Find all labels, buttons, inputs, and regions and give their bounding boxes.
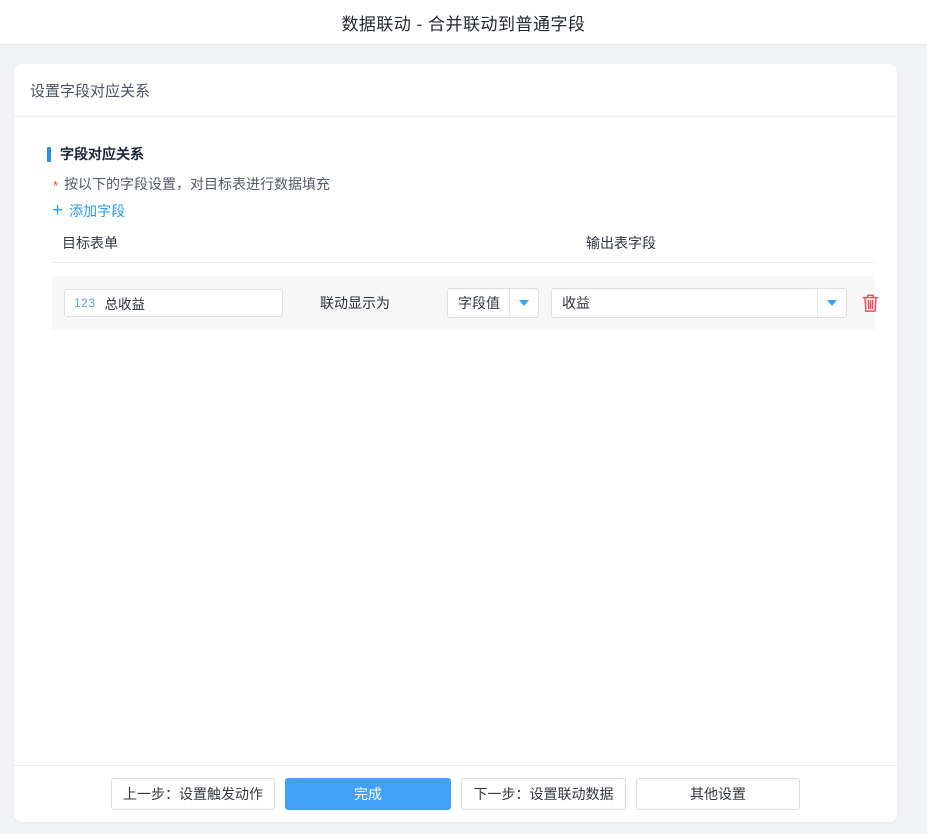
add-field-label: 添加字段 bbox=[69, 201, 125, 221]
dialog-title: 数据联动 - 合并联动到普通字段 bbox=[341, 10, 585, 35]
add-field-row: + 添加字段 bbox=[52, 201, 875, 221]
section-accent-bar bbox=[47, 147, 51, 162]
dialog-titlebar: 数据联动 - 合并联动到普通字段 bbox=[0, 0, 927, 45]
output-field-value: 收益 bbox=[552, 293, 817, 313]
output-field-select[interactable]: 收益 bbox=[551, 288, 847, 318]
trash-icon bbox=[862, 294, 879, 313]
caret-down-icon bbox=[827, 300, 837, 306]
required-asterisk: * bbox=[53, 178, 58, 193]
next-step-button[interactable]: 下一步：设置联动数据 bbox=[461, 778, 626, 810]
delete-row-button[interactable] bbox=[858, 291, 882, 315]
display-mode-select[interactable]: 字段值 bbox=[447, 288, 539, 318]
section-title-label: 字段对应关系 bbox=[60, 144, 144, 164]
output-field-caret-zone[interactable] bbox=[817, 289, 846, 317]
add-field-button[interactable]: + 添加字段 bbox=[52, 201, 125, 221]
mapping-row: 123 总收益 联动显示为 字段值 收益 bbox=[52, 276, 875, 330]
header-divider bbox=[52, 262, 875, 263]
other-settings-button[interactable]: 其他设置 bbox=[636, 778, 800, 810]
mapping-table-header: 目标表单 输出表字段 bbox=[52, 233, 875, 249]
plus-icon: + bbox=[52, 202, 63, 220]
required-note: * 按以下的字段设置，对目标表进行数据填充 bbox=[52, 175, 875, 193]
column-header-target: 目标表单 bbox=[62, 233, 118, 249]
display-mode-caret-zone[interactable] bbox=[509, 289, 538, 317]
relation-label: 联动显示为 bbox=[320, 276, 390, 330]
caret-down-icon bbox=[519, 300, 529, 306]
settings-card: 设置字段对应关系 字段对应关系 * 按以下的字段设置，对目标表进行数据填充 + … bbox=[14, 64, 897, 822]
card-header-title: 设置字段对应关系 bbox=[30, 80, 150, 101]
column-header-output: 输出表字段 bbox=[586, 233, 656, 253]
footer-actions: 上一步：设置触发动作 完成 下一步：设置联动数据 其他设置 bbox=[14, 765, 897, 822]
display-mode-value: 字段值 bbox=[448, 293, 509, 313]
card-body: 字段对应关系 * 按以下的字段设置，对目标表进行数据填充 + 添加字段 目标表单… bbox=[14, 117, 897, 765]
card-header: 设置字段对应关系 bbox=[14, 64, 897, 117]
numeric-field-type-badge: 123 bbox=[74, 296, 96, 310]
required-note-text: 按以下的字段设置，对目标表进行数据填充 bbox=[64, 174, 330, 194]
prev-step-button[interactable]: 上一步：设置触发动作 bbox=[111, 778, 275, 810]
target-field-value: 总收益 bbox=[105, 293, 146, 313]
target-field-input[interactable]: 123 总收益 bbox=[64, 289, 283, 317]
section-title: 字段对应关系 bbox=[47, 145, 875, 163]
finish-button[interactable]: 完成 bbox=[285, 778, 451, 810]
